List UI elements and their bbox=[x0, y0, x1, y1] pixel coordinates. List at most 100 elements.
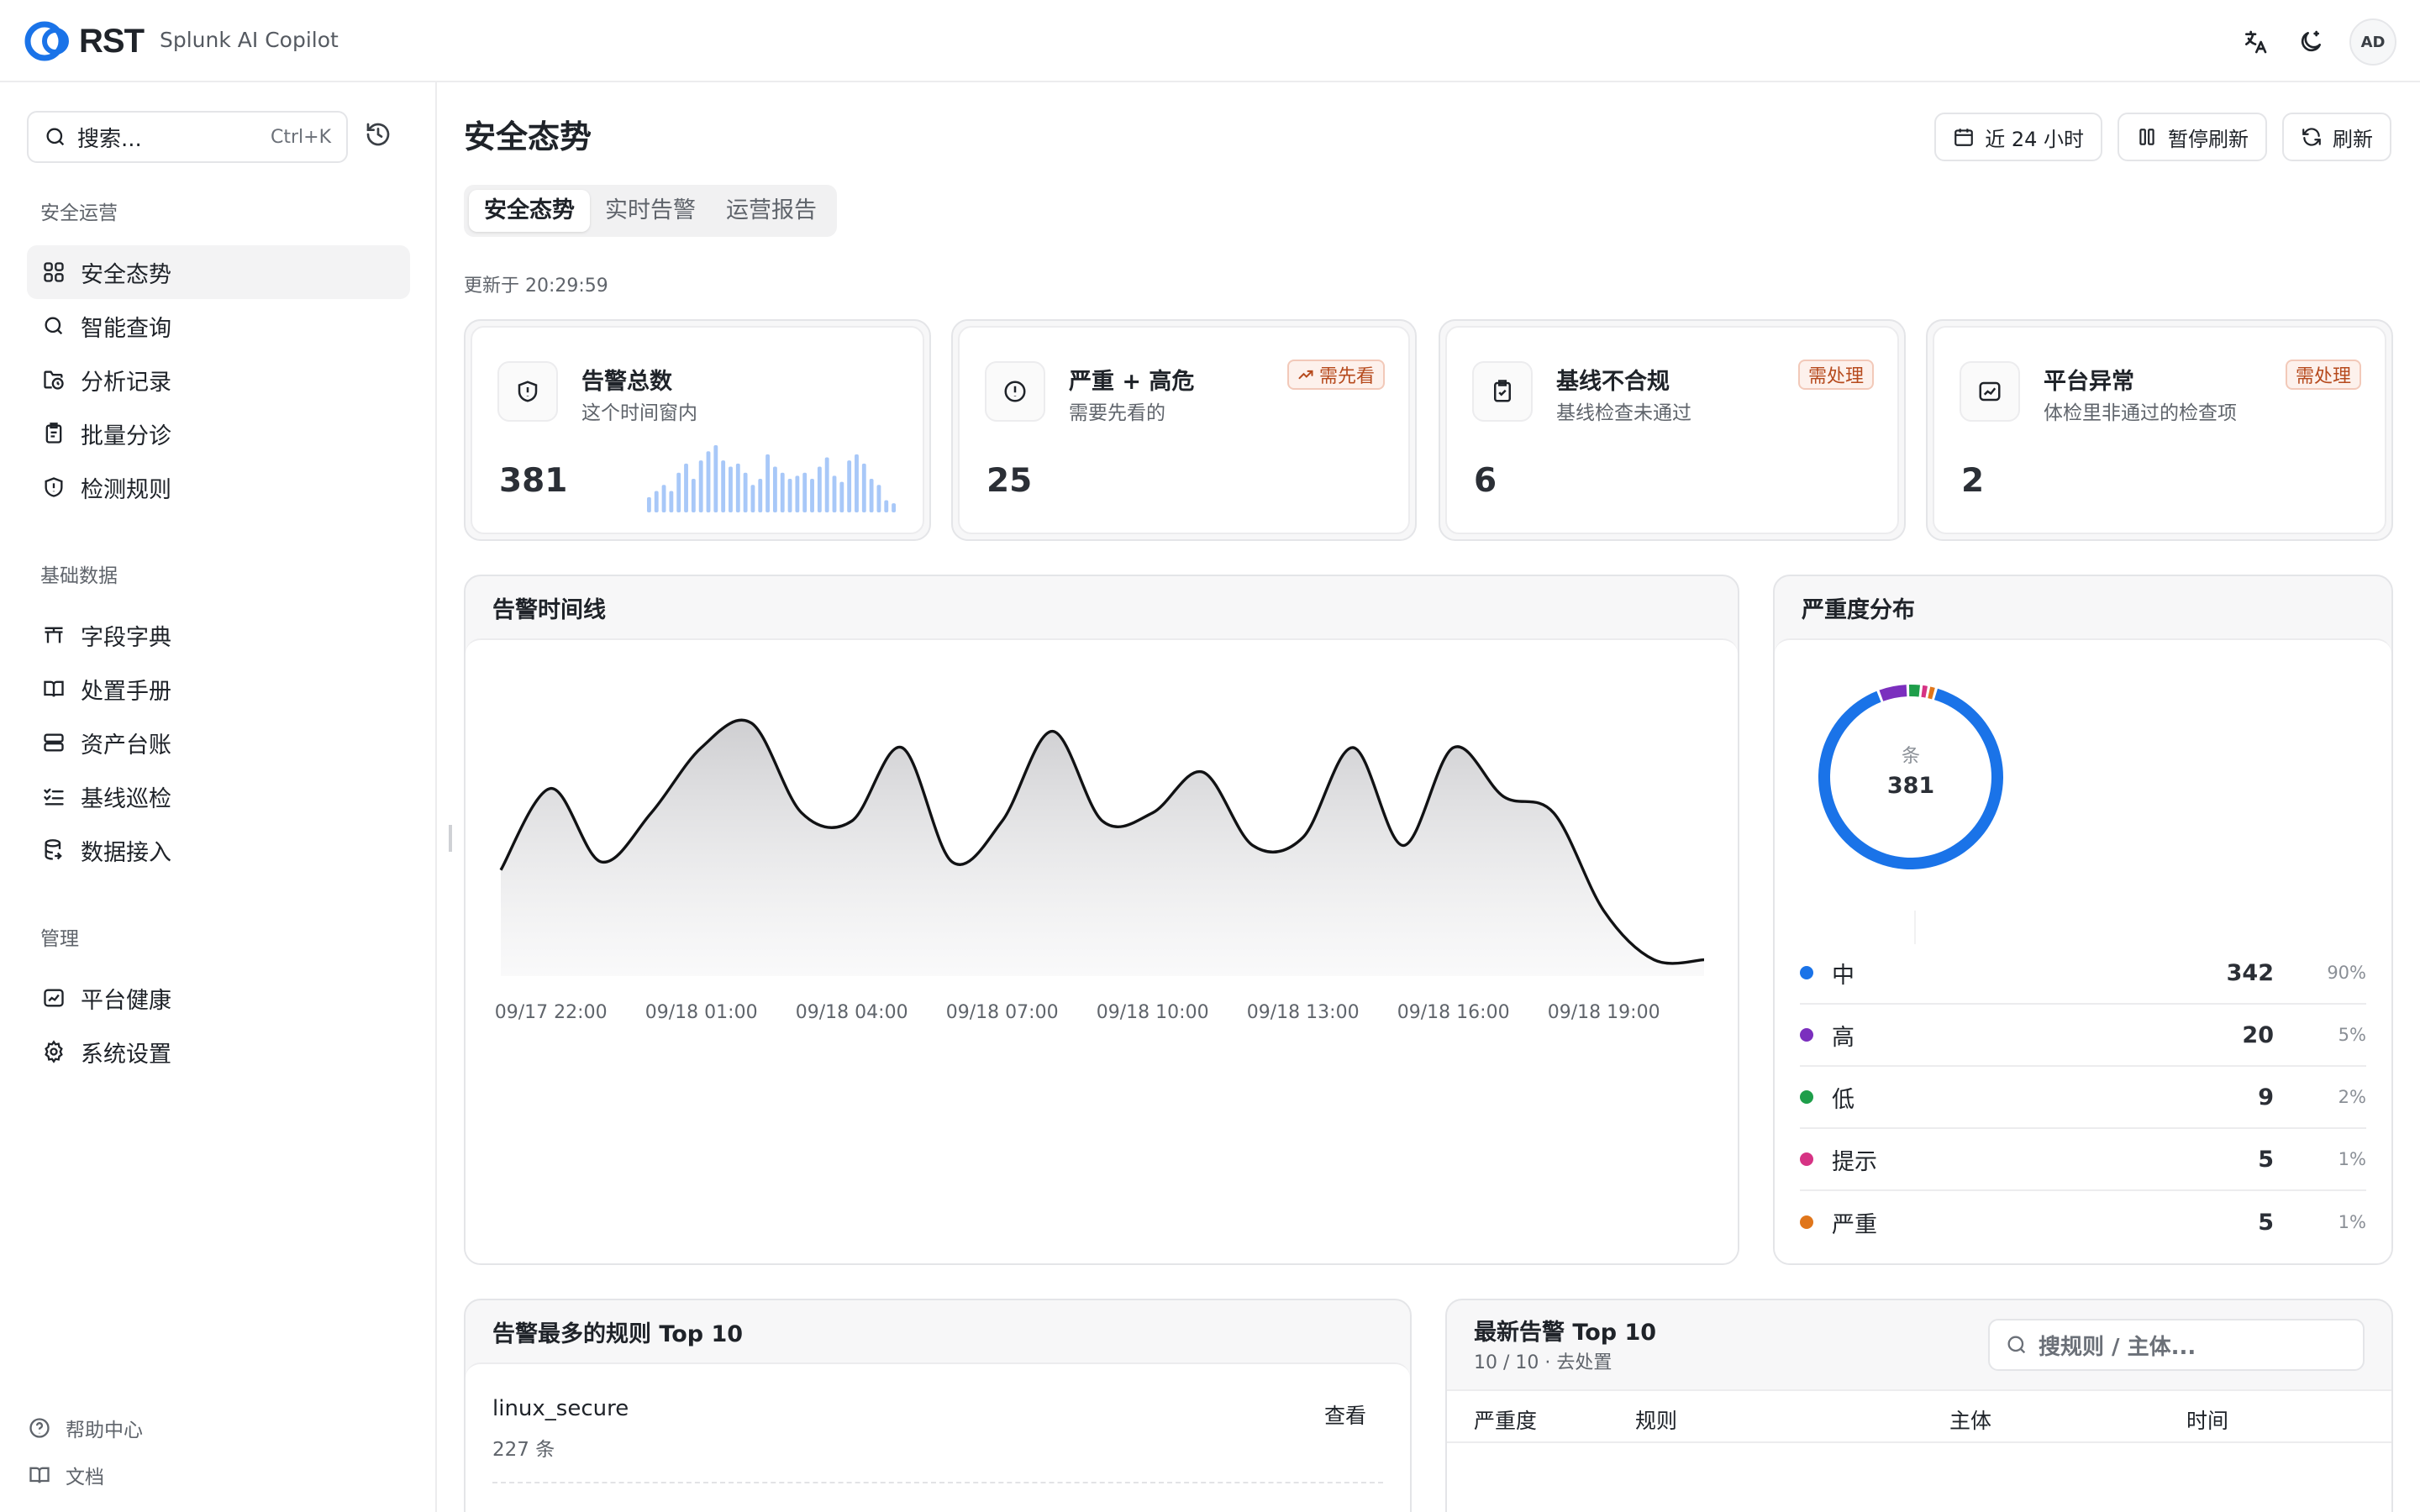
sidebar-item-baseline-inspection[interactable]: 基线巡检 bbox=[27, 769, 410, 823]
sidebar-item-asset-ledger[interactable]: 资产台账 bbox=[27, 716, 410, 769]
stat-card-critical-high[interactable]: 严重 + 高危 需要先看的 25 需先看 bbox=[951, 319, 1417, 541]
view-rule-link[interactable]: 查看 bbox=[1324, 1399, 1366, 1430]
legend-row[interactable]: 提示 5 1% bbox=[1800, 1129, 2366, 1191]
spark-bar bbox=[869, 479, 874, 512]
spark-bar bbox=[684, 463, 688, 512]
sidebar-item-playbook[interactable]: 处置手册 bbox=[27, 662, 410, 716]
help-circle-icon bbox=[27, 1415, 52, 1441]
stat-card-platform-anomaly[interactable]: 平台异常 体检里非通过的检查项 2 需处理 bbox=[1926, 319, 2393, 541]
legend-dot bbox=[1800, 1028, 1813, 1042]
header-actions: 近 24 小时 暂停刷新 刷新 bbox=[1934, 113, 2391, 161]
latest-alerts-search-input[interactable]: 搜规则 / 主体... bbox=[1988, 1319, 2365, 1371]
legend-label: 低 bbox=[1832, 1086, 1854, 1113]
last-updated: 更新于 20:29:59 bbox=[464, 276, 608, 297]
tab-realtime-alerts[interactable]: 实时告警 bbox=[590, 190, 711, 232]
sidebar-item-field-dictionary[interactable]: 字段字典 bbox=[27, 608, 410, 662]
spark-bar bbox=[698, 460, 703, 512]
translate-icon[interactable] bbox=[2238, 25, 2272, 59]
sidebar-item-label: 检测规则 bbox=[81, 476, 171, 503]
legend-row[interactable]: 中 342 90% bbox=[1800, 942, 2366, 1005]
tab-security-posture[interactable]: 安全态势 bbox=[469, 190, 590, 232]
column-header-rule[interactable]: 规则 bbox=[1635, 1404, 1677, 1435]
nav-group-title: 安全运营 bbox=[40, 202, 118, 224]
table-header: 严重度 规则 主体 时间 bbox=[1447, 1391, 2391, 1443]
sidebar-item-data-ingestion[interactable]: 数据接入 bbox=[27, 823, 410, 877]
legend-percent: 5% bbox=[2338, 1025, 2366, 1045]
time-range-label: 近 24 小时 bbox=[1985, 127, 2084, 151]
donut-slice[interactable] bbox=[1921, 685, 1928, 698]
sidebar-item-platform-health[interactable]: 平台健康 bbox=[27, 971, 410, 1025]
user-avatar[interactable]: AD bbox=[2349, 18, 2396, 66]
legend-label: 提示 bbox=[1832, 1148, 1877, 1175]
refresh-button[interactable]: 刷新 bbox=[2282, 113, 2391, 161]
sidebar-search-input[interactable]: 搜索... Ctrl+K bbox=[27, 111, 348, 163]
legend-count: 20 bbox=[2242, 1021, 2274, 1048]
column-header-subject[interactable]: 主体 bbox=[1949, 1404, 1991, 1435]
card-title: 平台异常 bbox=[2044, 369, 2134, 395]
x-tick-label: 09/18 04:00 bbox=[796, 1002, 908, 1023]
nav-group-title: 基础数据 bbox=[40, 565, 118, 587]
legend-row[interactable]: 严重 5 1% bbox=[1800, 1191, 2366, 1253]
donut-slice[interactable] bbox=[1928, 686, 1935, 700]
legend-row[interactable]: 高 20 5% bbox=[1800, 1005, 2366, 1067]
x-tick-label: 09/18 19:00 bbox=[1548, 1002, 1660, 1023]
app-name: Splunk AI Copilot bbox=[160, 28, 339, 52]
sidebar-item-detection-rules[interactable]: 检测规则 bbox=[27, 460, 410, 514]
legend-dot bbox=[1800, 966, 1813, 979]
legend-count: 5 bbox=[2258, 1209, 2274, 1236]
book-icon bbox=[40, 675, 67, 702]
x-tick-label: 09/18 16:00 bbox=[1397, 1002, 1510, 1023]
donut-slice[interactable] bbox=[1908, 685, 1920, 697]
spark-bar bbox=[646, 496, 651, 512]
status-badge: 需处理 bbox=[1797, 360, 1874, 390]
sidebar-item-label: 安全态势 bbox=[81, 261, 171, 288]
spark-bar bbox=[824, 457, 829, 512]
sidebar-item-security-posture[interactable]: 安全态势 bbox=[27, 245, 410, 299]
docs-link[interactable]: 文档 bbox=[27, 1452, 143, 1499]
spark-bar bbox=[654, 491, 659, 512]
help-center-link[interactable]: 帮助中心 bbox=[27, 1404, 143, 1452]
spark-bar bbox=[832, 475, 837, 512]
stat-card-total-alerts[interactable]: 告警总数 这个时间窗内 381 bbox=[464, 319, 931, 541]
legend-row[interactable]: 低 9 2% bbox=[1800, 1067, 2366, 1129]
pause-refresh-button[interactable]: 暂停刷新 bbox=[2118, 113, 2267, 161]
time-range-button[interactable]: 近 24 小时 bbox=[1934, 113, 2102, 161]
alert-timeline-chart: 09/17 22:00 09/18 01:00 09/18 04:00 09/18 0… bbox=[495, 718, 1705, 1023]
spark-bar bbox=[810, 479, 814, 512]
sidebar-item-batch-triage[interactable]: 批量分诊 bbox=[27, 407, 410, 460]
panel-subtitle[interactable]: 10 / 10 · 去处置 bbox=[1474, 1347, 1612, 1374]
view-tabs: 安全态势 实时告警 运营报告 bbox=[464, 185, 837, 237]
refresh-label: 刷新 bbox=[2333, 127, 2373, 151]
badge-label: 需先看 bbox=[1318, 366, 1375, 387]
sidebar-item-label: 基线巡检 bbox=[81, 785, 171, 812]
spark-bar bbox=[721, 460, 726, 512]
card-value: 2 bbox=[1961, 462, 1985, 500]
x-tick-label: 09/18 01:00 bbox=[645, 1002, 758, 1023]
column-header-severity[interactable]: 严重度 bbox=[1474, 1404, 1537, 1435]
gear-icon bbox=[40, 1038, 67, 1065]
legend-dot bbox=[1800, 1090, 1813, 1104]
theme-toggle-icon[interactable] bbox=[2294, 25, 2328, 59]
legend-dot bbox=[1800, 1215, 1813, 1229]
search-placeholder: 搜规则 / 主体... bbox=[2039, 1334, 2196, 1360]
brand-logo[interactable]: RST bbox=[22, 18, 145, 64]
search-icon bbox=[40, 312, 67, 339]
donut-slice[interactable] bbox=[1879, 685, 1907, 701]
sidebar-item-smart-query[interactable]: 智能查询 bbox=[27, 299, 410, 353]
clipboard-check-icon bbox=[1472, 361, 1533, 422]
spark-bar bbox=[861, 463, 866, 512]
sidebar-resize-handle[interactable] bbox=[449, 825, 452, 852]
tab-ops-report[interactable]: 运营报告 bbox=[711, 190, 832, 232]
severity-distribution-panel: 严重度分布 条 381 中 342 90% 高 20 5% 低 9 2% 提示 5 1% 严重 5 1% bbox=[1773, 575, 2393, 1265]
spark-bar bbox=[802, 472, 808, 512]
search-icon bbox=[2007, 1336, 2026, 1354]
stat-card-baseline-noncompliant[interactable]: 基线不合规 基线检查未通过 6 需处理 bbox=[1439, 319, 1906, 541]
column-header-time[interactable]: 时间 bbox=[2186, 1404, 2228, 1435]
alert-timeline-panel: 告警时间线 09/17 22:00 09/18 01:00 09/18 04:00 0… bbox=[464, 575, 1739, 1265]
history-icon[interactable] bbox=[365, 121, 392, 151]
sidebar-item-system-settings[interactable]: 系统设置 bbox=[27, 1025, 410, 1079]
sidebar-item-analysis-records[interactable]: 分析记录 bbox=[27, 353, 410, 407]
spark-bar bbox=[669, 491, 674, 512]
spark-bar bbox=[787, 479, 792, 512]
legend-percent: 2% bbox=[2338, 1087, 2366, 1107]
